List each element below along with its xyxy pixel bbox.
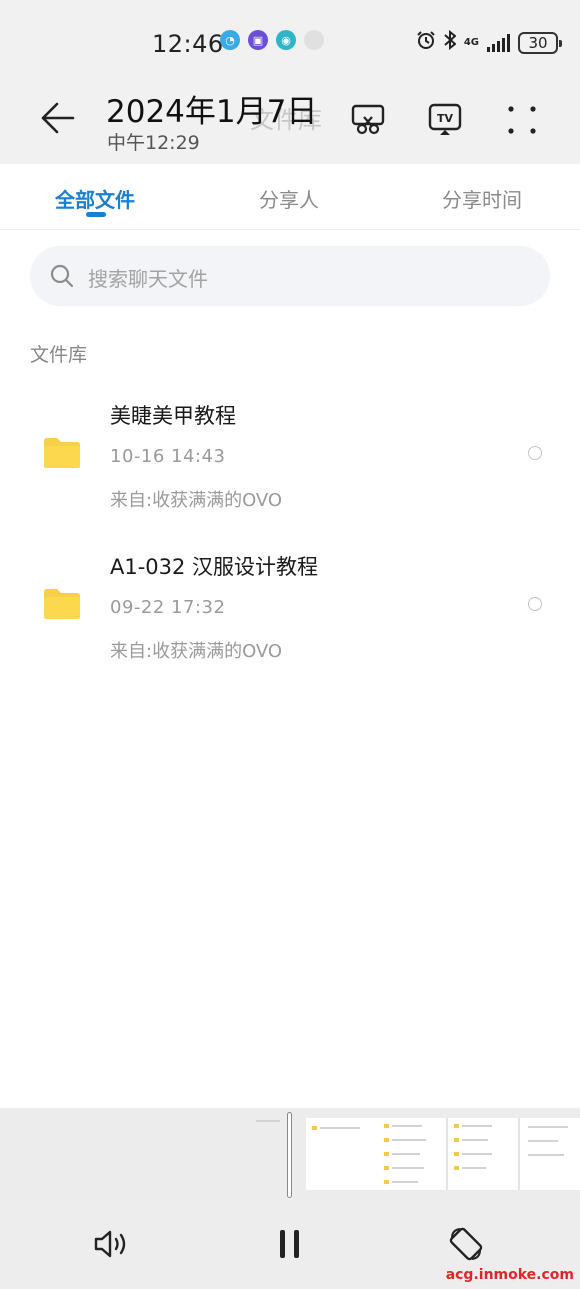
rotate-screen-button[interactable] (444, 1222, 488, 1266)
thumb-mark (446, 1118, 448, 1190)
file-list-item[interactable]: A1-032 汉服设计教程 09-22 17:32 来自:收获满满的OVO (0, 551, 580, 691)
rotate-icon (449, 1227, 483, 1261)
cast-tv-button[interactable]: TV (423, 98, 467, 142)
alarm-icon (416, 30, 436, 55)
thumb-mark (454, 1124, 459, 1128)
recording-thumbnail-strip[interactable] (0, 1108, 580, 1198)
volume-icon (94, 1230, 126, 1258)
thumb-mark (528, 1154, 564, 1156)
more-dots-icon (508, 106, 536, 134)
thumbnail-preview (306, 1118, 580, 1190)
volume-button[interactable] (90, 1222, 134, 1266)
status-bar: 12:46 ◔ ▣ ◉ 4G 30 (0, 0, 580, 86)
thumb-mark (454, 1138, 459, 1142)
page-subtitle: 中午12:29 (107, 132, 200, 154)
battery-indicator: 30 (518, 31, 562, 54)
chat-file-header: 文件库 2024年1月7日 中午12:29 TV (0, 86, 580, 164)
back-arrow-icon (41, 102, 75, 134)
select-radio[interactable] (528, 597, 542, 611)
tab-all-files[interactable]: 全部文件 (55, 184, 135, 213)
network-type: 4G (463, 36, 479, 48)
thumb-mark (392, 1139, 426, 1141)
signal-icon (487, 33, 510, 52)
select-radio[interactable] (528, 446, 542, 460)
page-title: 2024年1月7日 (106, 94, 318, 130)
thumb-mark (462, 1139, 488, 1141)
thumb-mark (392, 1181, 418, 1183)
watermark-text: acg.inmoke.com (445, 1267, 574, 1283)
thumb-mark (518, 1118, 520, 1190)
thumb-mark (392, 1153, 420, 1155)
search-input[interactable]: 搜索聊天文件 (30, 246, 550, 306)
status-indicators: 4G 30 (416, 29, 562, 55)
timeline-scrub-handle[interactable] (287, 1112, 292, 1198)
browser-notification-icon: ◉ (276, 30, 296, 50)
pause-button[interactable] (268, 1222, 312, 1266)
thumb-mark (384, 1138, 389, 1142)
search-icon (50, 264, 74, 292)
thumb-mark (462, 1125, 492, 1127)
thumb-mark (392, 1167, 424, 1169)
app-notification-icon: ▣ (248, 30, 268, 50)
file-name: A1-032 汉服设计教程 (110, 555, 319, 579)
thumb-mark (312, 1126, 317, 1130)
thumb-mark (462, 1153, 492, 1155)
message-notification-icon: ◔ (220, 30, 240, 50)
file-name: 美睫美甲教程 (110, 404, 236, 428)
pause-icon (280, 1230, 299, 1258)
thumb-mark (384, 1152, 389, 1156)
thumb-mark (392, 1125, 422, 1127)
thumb-mark (454, 1152, 459, 1156)
file-time: 09-22 17:32 (110, 597, 226, 618)
file-source: 来自:收获满满的OVO (110, 490, 283, 511)
thumb-mark (384, 1166, 389, 1170)
thumb-mark (320, 1127, 360, 1129)
search-placeholder: 搜索聊天文件 (88, 267, 208, 291)
file-list-item[interactable]: 美睫美甲教程 10-16 14:43 来自:收获满满的OVO (0, 400, 580, 540)
folder-icon (44, 438, 80, 468)
tab-share-time[interactable]: 分享时间 (442, 184, 522, 213)
active-tab-indicator (86, 212, 106, 217)
faded-notification-icon (304, 30, 324, 50)
tv-icon: TV (428, 103, 462, 135)
thumb-mark (528, 1140, 558, 1142)
thumb-mark (384, 1180, 389, 1184)
tab-bar: 全部文件 分享人 分享时间 (0, 164, 580, 230)
bluetooth-icon (444, 29, 457, 55)
back-button[interactable] (30, 96, 84, 140)
screen-record-icon (351, 104, 385, 135)
file-source: 来自:收获满满的OVO (110, 641, 283, 662)
screen-record-button[interactable] (346, 98, 390, 142)
more-options-button[interactable] (500, 98, 544, 142)
section-label: 文件库 (30, 344, 88, 366)
thumb-mark (528, 1126, 568, 1128)
tab-sharer[interactable]: 分享人 (259, 184, 319, 213)
svg-text:TV: TV (437, 112, 454, 125)
thumb-mark (462, 1167, 486, 1169)
thumb-mark (454, 1166, 459, 1170)
thumb-mark (256, 1120, 280, 1122)
folder-icon (44, 589, 80, 619)
file-time: 10-16 14:43 (110, 446, 226, 467)
thumb-mark (384, 1124, 389, 1128)
status-time: 12:46 (152, 30, 224, 58)
notification-icons: ◔ ▣ ◉ (220, 30, 324, 50)
